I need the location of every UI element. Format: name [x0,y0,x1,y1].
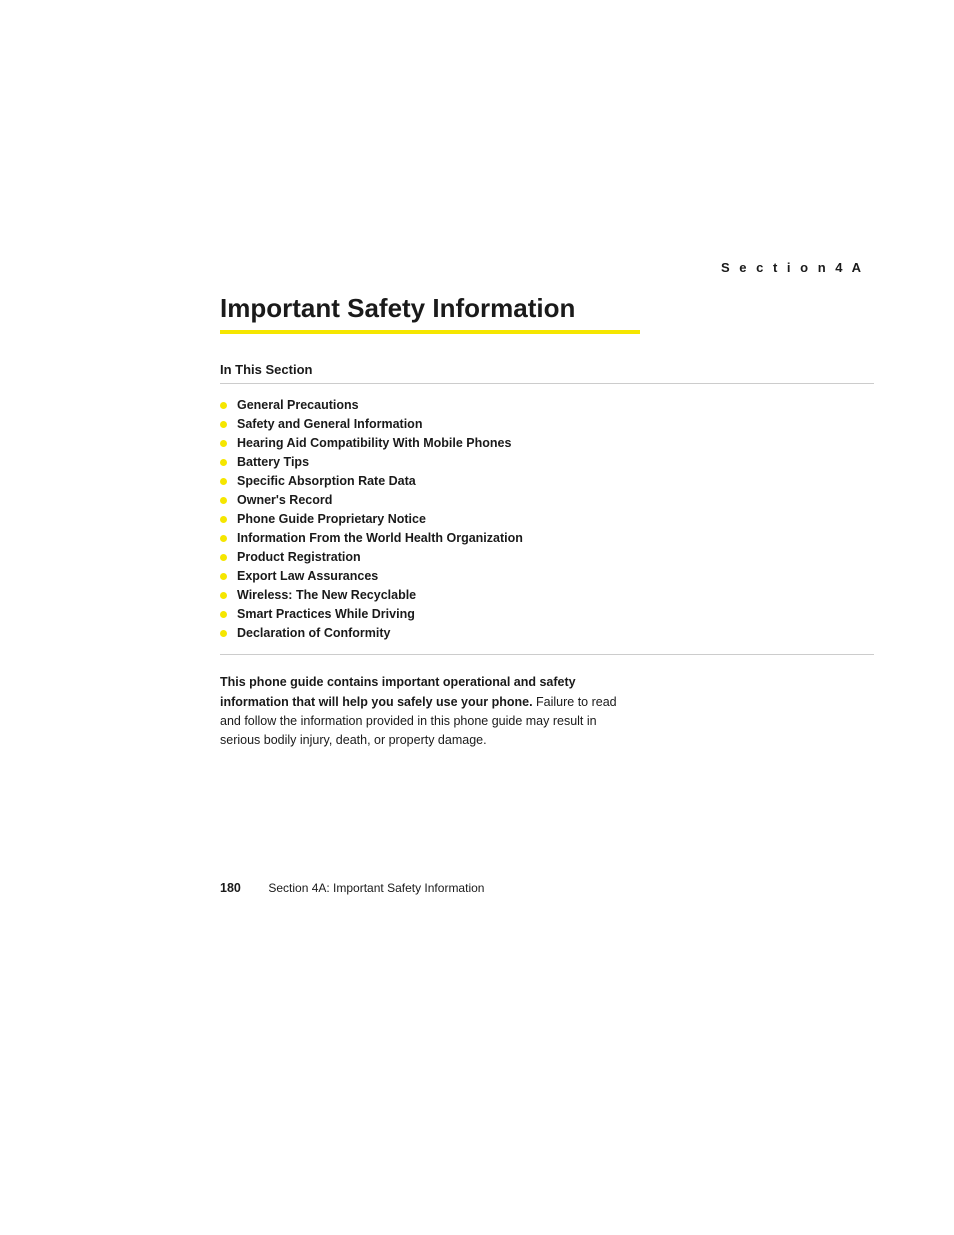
section-title: Important Safety Information [220,293,874,324]
list-item: Smart Practices While Driving [220,607,874,621]
bullet-icon [220,573,227,580]
bullet-icon [220,535,227,542]
list-item: Product Registration [220,550,874,564]
list-item: Information From the World Health Organi… [220,531,874,545]
title-underline [220,330,640,334]
bullet-icon [220,440,227,447]
list-item-label: Smart Practices While Driving [237,607,415,621]
description-bold: This phone guide contains important oper… [220,675,576,708]
list-item: Owner's Record [220,493,874,507]
list-item-label: Hearing Aid Compatibility With Mobile Ph… [237,436,511,450]
bullet-icon [220,421,227,428]
bullet-icon [220,611,227,618]
list-item: Battery Tips [220,455,874,469]
bullet-icon [220,592,227,599]
list-item: Hearing Aid Compatibility With Mobile Ph… [220,436,874,450]
page-number: 180 [220,881,241,895]
content-area: S e c t i o n 4 A Important Safety Infor… [0,0,954,811]
description-box: This phone guide contains important oper… [220,673,640,751]
list-item-label: Safety and General Information [237,417,422,431]
bullet-icon [220,630,227,637]
bullet-icon [220,459,227,466]
page-footer: 180 Section 4A: Important Safety Informa… [220,881,484,895]
list-item-label: Battery Tips [237,455,309,469]
list-item: Specific Absorption Rate Data [220,474,874,488]
footer-section-label: Section 4A: Important Safety Information [268,881,484,895]
bullet-icon [220,554,227,561]
list-item-label: Declaration of Conformity [237,626,391,640]
list-item-label: Product Registration [237,550,361,564]
bullet-icon [220,478,227,485]
page-container: S e c t i o n 4 A Important Safety Infor… [0,0,954,1235]
list-item: Safety and General Information [220,417,874,431]
toc-list: General Precautions Safety and General In… [220,398,874,640]
list-item: Export Law Assurances [220,569,874,583]
top-divider [220,383,874,384]
list-item-label: Phone Guide Proprietary Notice [237,512,426,526]
bottom-divider [220,654,874,655]
list-item: Declaration of Conformity [220,626,874,640]
list-item-label: General Precautions [237,398,359,412]
section-label: S e c t i o n 4 A [220,260,874,275]
bullet-icon [220,402,227,409]
list-item-label: Owner's Record [237,493,332,507]
list-item: Phone Guide Proprietary Notice [220,512,874,526]
bullet-icon [220,497,227,504]
list-item-label: Wireless: The New Recyclable [237,588,416,602]
list-item: General Precautions [220,398,874,412]
list-item: Wireless: The New Recyclable [220,588,874,602]
list-item-label: Information From the World Health Organi… [237,531,523,545]
bullet-icon [220,516,227,523]
list-item-label: Specific Absorption Rate Data [237,474,416,488]
list-item-label: Export Law Assurances [237,569,378,583]
in-this-section-heading: In This Section [220,362,874,377]
